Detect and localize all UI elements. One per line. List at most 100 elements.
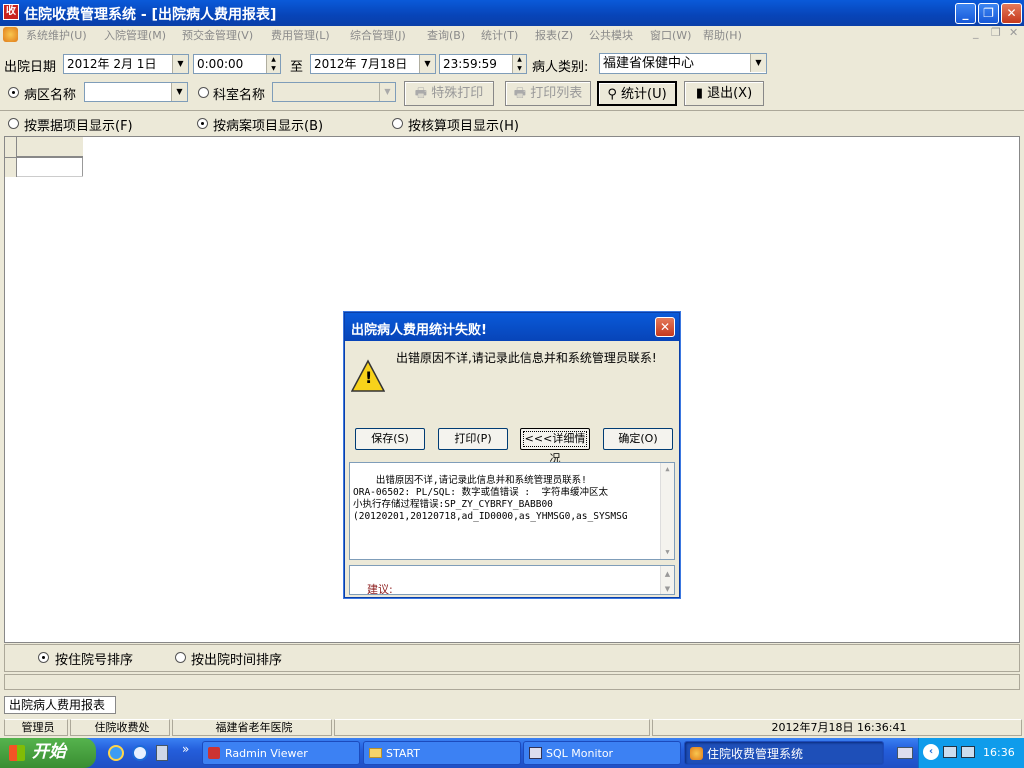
folder-icon (369, 748, 382, 758)
patient-type-select[interactable]: 福建省保健中心 ▼ (599, 53, 767, 74)
tab-report[interactable]: 出院病人费用报表 (4, 696, 116, 714)
ok-button[interactable]: 确定(O) (603, 428, 673, 450)
details-button[interactable]: <<<详细情况 (520, 428, 590, 465)
menu-window[interactable]: 窗口(W) (650, 27, 691, 43)
chevron-down-icon[interactable]: ▼ (750, 54, 766, 72)
status-user: 管理员 (4, 719, 68, 736)
document-icon[interactable] (156, 745, 168, 761)
task-label: 住院收费管理系统 (707, 747, 804, 761)
chevron-down-icon[interactable]: ▼ (379, 83, 395, 101)
scroll-up-icon[interactable]: ▲ (661, 566, 674, 579)
time-to-field[interactable]: 23:59:59 ▲ ▼ (439, 54, 527, 74)
suggestion-scrollbar[interactable]: ▲ ▼ (660, 566, 674, 594)
print-button[interactable]: 打印(P) (438, 428, 508, 450)
radmin-icon (208, 747, 220, 759)
discharge-date-label: 出院日期 (4, 60, 57, 75)
menu-help[interactable]: 帮助(H) (703, 27, 742, 43)
scroll-up-icon[interactable]: ▲ (661, 463, 674, 476)
network-icon[interactable] (943, 746, 957, 758)
special-print-button[interactable]: 🖶 特殊打印 (404, 81, 494, 106)
close-button[interactable]: ✕ (1001, 3, 1022, 24)
stats-label: 统计(U) (621, 87, 667, 102)
sort-by-discharge-radio[interactable] (175, 652, 186, 663)
mdi-minimize-button[interactable]: _ (973, 26, 979, 39)
menu-common[interactable]: 公共模块 (589, 27, 633, 43)
chevron-down-icon[interactable]: ▼ (172, 55, 188, 73)
date-to-value: 2012年 7月18日 (314, 57, 408, 71)
details-scrollbar[interactable]: ▲ ▼ (660, 463, 674, 559)
ward-radio[interactable] (8, 87, 19, 98)
date-from-picker[interactable]: 2012年 2月 1日 ▼ (63, 54, 189, 74)
patient-type-value: 福建省保健中心 (603, 56, 695, 71)
mdi-child-icon (3, 27, 18, 42)
status-dept: 住院收费处 (70, 719, 170, 736)
status-empty (334, 719, 650, 736)
status-strip (4, 674, 1020, 690)
dept-label: 科室名称 (213, 88, 266, 103)
menu-fees[interactable]: 费用管理(L) (271, 27, 330, 43)
window-titlebar[interactable]: 收 住院收费管理系统 - [出院病人费用报表] _ ❐ ✕ (0, 0, 1024, 26)
divider (0, 110, 1024, 111)
scroll-down-icon[interactable]: ▼ (661, 581, 674, 594)
spin-arrows-icon[interactable]: ▲ ▼ (266, 55, 280, 73)
task-sql-monitor[interactable]: SQL Monitor (523, 741, 681, 765)
chevron-left-icon[interactable]: ‹ (923, 744, 939, 760)
binoculars-icon: ⚲ (607, 87, 617, 102)
menu-system[interactable]: 系统维护(U) (26, 27, 87, 43)
display-by-case-radio[interactable] (197, 118, 208, 129)
network-icon[interactable] (961, 746, 975, 758)
exit-button[interactable]: ▮ 退出(X) (684, 81, 764, 106)
dept-select[interactable]: ▼ (272, 82, 396, 102)
save-button[interactable]: 保存(S) (355, 428, 425, 450)
restore-button[interactable]: ❐ (978, 3, 999, 24)
error-details-text: 出错原因不详,请记录此信息并和系统管理员联系! ORA-06502: PL/SQ… (353, 475, 628, 522)
task-start-folder[interactable]: START (363, 741, 521, 765)
chevron-down-icon[interactable]: ▼ (419, 55, 435, 73)
ward-select[interactable]: ▼ (84, 82, 188, 102)
menu-general[interactable]: 综合管理(J) (350, 27, 406, 43)
grid-line (5, 157, 83, 158)
display-by-receipt-radio[interactable] (8, 118, 19, 129)
task-label: Radmin Viewer (225, 747, 308, 760)
stats-button[interactable]: ⚲ 统计(U) (597, 81, 677, 106)
chevron-down-icon[interactable]: ▼ (171, 83, 187, 101)
sort-by-admission-radio[interactable] (38, 652, 49, 663)
mdi-close-button[interactable]: ✕ (1009, 26, 1018, 39)
menu-admission[interactable]: 入院管理(M) (104, 27, 166, 43)
keyboard-icon[interactable] (897, 747, 913, 759)
display-by-accounting-radio[interactable] (392, 118, 403, 129)
suggestion-label: 建议: (367, 583, 393, 595)
menu-reports[interactable]: 报表(Z) (535, 27, 573, 43)
display-by-accounting-label: 按核算项目显示(H) (408, 119, 519, 134)
to-label: 至 (290, 60, 304, 75)
door-exit-icon: ▮ (695, 86, 703, 101)
printer-icon: 🖶 (414, 86, 428, 101)
task-radmin-viewer[interactable]: Radmin Viewer (202, 741, 360, 765)
date-to-picker[interactable]: 2012年 7月18日 ▼ (310, 54, 436, 74)
minimize-button[interactable]: _ (955, 3, 976, 24)
spin-arrows-icon[interactable]: ▲ ▼ (512, 55, 526, 73)
menu-query[interactable]: 查询(B) (427, 27, 465, 43)
window-title: 住院收费管理系统 - [出院病人费用报表] (24, 7, 277, 23)
dialog-close-button[interactable]: ✕ (655, 317, 675, 337)
sort-panel (4, 644, 1020, 672)
error-details-textarea[interactable]: 出错原因不详,请记录此信息并和系统管理员联系! ORA-06502: PL/SQ… (349, 462, 675, 560)
dialog-titlebar[interactable]: 出院病人费用统计失败! ✕ (345, 313, 679, 341)
task-label: SQL Monitor (546, 747, 614, 760)
dept-radio[interactable] (198, 87, 209, 98)
start-button[interactable]: 开始 (0, 738, 96, 768)
quick-launch-more-icon[interactable]: » (182, 742, 189, 756)
scroll-down-icon[interactable]: ▼ (661, 546, 674, 559)
ie-icon[interactable] (108, 745, 124, 761)
print-list-button[interactable]: 🖶 打印列表 (505, 81, 591, 106)
suggestion-textarea[interactable]: 建议: ▲ ▼ (349, 565, 675, 595)
grid-header (5, 137, 83, 177)
menu-deposit[interactable]: 预交金管理(V) (182, 27, 253, 43)
time-from-field[interactable]: 0:00:00 ▲ ▼ (193, 54, 281, 74)
task-hospital-billing[interactable]: 住院收费管理系统 (684, 741, 884, 765)
app-icon: 收 (3, 4, 19, 20)
menu-statistics[interactable]: 统计(T) (481, 27, 518, 43)
print-list-label: 打印列表 (530, 86, 583, 101)
browser-icon[interactable] (132, 745, 148, 761)
mdi-restore-button[interactable]: ❐ (991, 26, 1001, 39)
